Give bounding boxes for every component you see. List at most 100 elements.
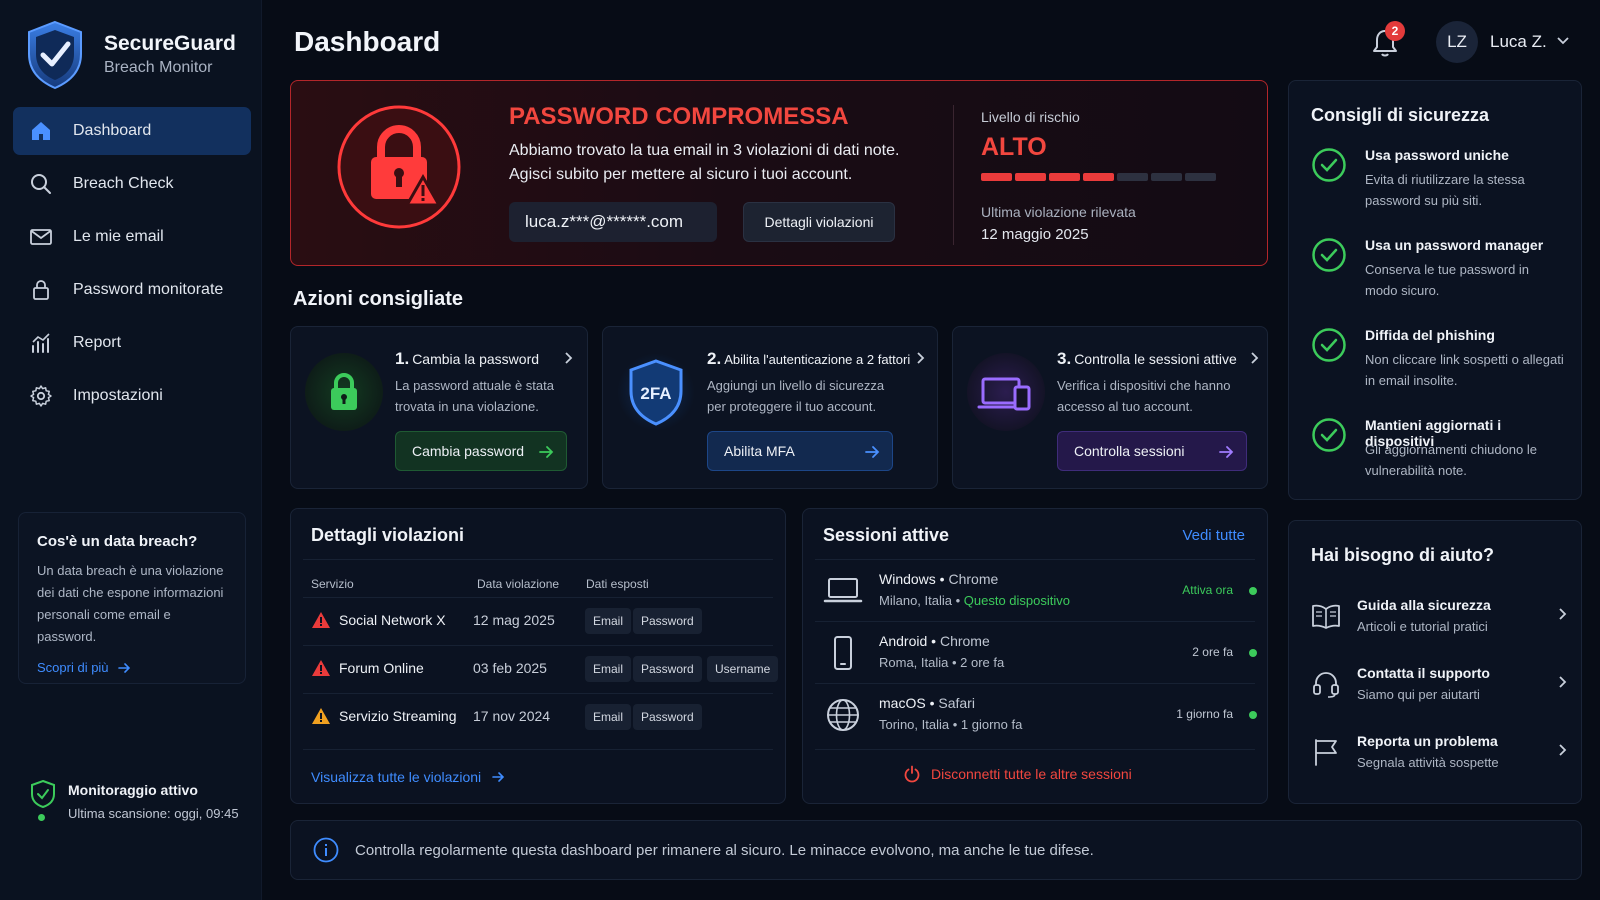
sidebar-item-report[interactable]: Report	[13, 319, 251, 367]
power-icon	[904, 765, 920, 783]
footer-text: Controlla regolarmente questa dashboard …	[355, 841, 1094, 859]
location-text: Roma, Italia	[879, 655, 949, 670]
chevron-right-icon	[1559, 608, 1567, 620]
sidebar-item-label: Password monitorate	[73, 281, 224, 298]
session-device: Windows • Chrome	[879, 571, 999, 587]
learn-more-link[interactable]: Scopri di più	[37, 660, 227, 675]
divider	[303, 749, 773, 750]
action-card-active-sessions[interactable]: 3. Controlla le sessioni attive Verifica …	[952, 326, 1268, 489]
session-device: Android • Chrome	[879, 633, 990, 649]
session-row[interactable]: macOS • Safari Torino, Italia • 1 giorno…	[823, 687, 1263, 741]
step-number: 1.	[395, 349, 410, 368]
browser-name: Chrome	[948, 571, 999, 587]
button-label: Controlla sessioni	[1074, 443, 1185, 459]
sidebar-item-dashboard[interactable]: Dashboard	[13, 107, 251, 155]
sidebar-item-label: Report	[73, 334, 122, 351]
risk-segment	[981, 173, 1012, 181]
globe-icon	[827, 699, 859, 731]
see-all-link[interactable]: Vedi tutte	[1182, 527, 1245, 544]
button-label: Abilita MFA	[724, 443, 795, 459]
check-circle-icon	[1312, 328, 1346, 362]
help-item-guide[interactable]: Guida alla sicurezza Articoli e tutorial…	[1311, 597, 1569, 647]
sidebar-item-label: Impostazioni	[73, 387, 163, 404]
active-sessions-panel: Sessioni attive Vedi tutte Windows • Chr…	[802, 508, 1268, 804]
laptop-icon	[823, 578, 863, 603]
disconnect-sessions-button[interactable]: Disconnetti tutte le altre sessioni	[903, 765, 1132, 783]
monitoring-status: Monitoraggio attivo Ultima scansione: og…	[30, 780, 239, 821]
headset-icon	[1313, 672, 1339, 698]
tip-description: Non cliccare link sospetti o allegati in…	[1365, 352, 1564, 388]
check-circle-icon	[1312, 418, 1346, 452]
sidebar-item-breach-check[interactable]: Breach Check	[13, 160, 251, 208]
view-all-breaches-link[interactable]: Visualizza tutte le violazioni	[311, 769, 505, 785]
arrow-right-icon	[865, 446, 880, 458]
help-item-title: Reporta un problema	[1357, 733, 1498, 749]
session-location: Milano, Italia • Questo dispositivo	[879, 593, 1070, 608]
action-card-change-password[interactable]: 1. Cambia la password La password attuale…	[290, 326, 588, 489]
panel-title: Sessioni attive	[823, 525, 950, 545]
os-name: Windows	[879, 571, 936, 587]
current-device-label: Questo dispositivo	[963, 593, 1070, 608]
table-row[interactable]: Forum Online 03 feb 2025 Email Password …	[311, 649, 779, 689]
session-location: Torino, Italia • 1 giorno fa	[879, 717, 1023, 732]
tip-description: Gli aggiornamenti chiudono le vulnerabil…	[1365, 442, 1537, 478]
action-description-line: per proteggere il tuo account.	[707, 399, 877, 414]
check-sessions-button[interactable]: Controlla sessioni	[1057, 431, 1247, 471]
os-name: macOS	[879, 695, 926, 711]
chevron-right-icon[interactable]	[913, 351, 927, 365]
help-item-subtitle: Segnala attività sospette	[1357, 755, 1499, 770]
brand-title: SecureGuard	[104, 32, 236, 55]
session-row[interactable]: Windows • Chrome Milano, Italia • Questo…	[823, 563, 1263, 617]
sidebar-nav: Dashboard Breach Check Le mie email Pass…	[13, 107, 251, 425]
help-item-support[interactable]: Contatta il supporto Siamo qui per aiuta…	[1311, 665, 1569, 715]
brand[interactable]: SecureGuard Breach Monitor	[26, 20, 236, 90]
session-row[interactable]: Android • Chrome Roma, Italia • 2 ore fa…	[823, 625, 1263, 679]
column-header: Data violazione	[477, 577, 560, 591]
chevron-right-icon[interactable]	[561, 351, 575, 365]
action-card-enable-2fa[interactable]: 2FA 2. Abilita l'autenticazione a 2 fatto…	[602, 326, 938, 489]
session-last-active: 1 giorno fa	[1176, 707, 1233, 721]
masked-email-field: luca.z***@******.com	[509, 202, 717, 242]
divider	[953, 105, 954, 245]
tip-item: Usa password uniche Evita di riutilizzar…	[1311, 147, 1571, 217]
session-last-active: 2 ore fa	[1192, 645, 1233, 659]
location-text: Milano, Italia	[879, 593, 952, 608]
chevron-right-icon	[1559, 744, 1567, 756]
page-title: Dashboard	[294, 26, 441, 57]
alert-title: PASSWORD COMPROMESSA	[509, 103, 849, 130]
help-item-report-problem[interactable]: Reporta un problema Segnala attività sos…	[1311, 733, 1569, 783]
change-password-button[interactable]: Cambia password	[395, 431, 567, 471]
sidebar-item-label: Breach Check	[73, 175, 174, 192]
alert-message-line: Agisci subito per mettere al sicuro i tu…	[509, 166, 853, 183]
exposed-data-tag: Email	[585, 656, 632, 682]
avatar[interactable]: LZ	[1436, 21, 1478, 63]
sidebar-item-emails[interactable]: Le mie email	[13, 213, 251, 261]
risk-segment	[1151, 173, 1182, 181]
table-row[interactable]: Servizio Streaming 17 nov 2024 Email Pas…	[311, 697, 771, 737]
help-item-subtitle: Siamo qui per aiutarti	[1357, 687, 1480, 702]
status-dot	[1249, 587, 1257, 595]
service-name: Forum Online	[339, 660, 424, 676]
chevron-down-icon[interactable]	[1556, 34, 1570, 48]
learn-more-label: Scopri di più	[37, 660, 109, 675]
action-description: Aggiungi un livello di sicurezza per prot…	[707, 375, 884, 417]
action-title-text: Abilita l'autenticazione a 2 fattori	[724, 352, 911, 367]
enable-mfa-button[interactable]: Abilita MFA	[707, 431, 893, 471]
divider	[303, 597, 773, 598]
action-description-line: accesso al tuo account.	[1057, 399, 1193, 414]
table-row[interactable]: Social Network X 12 mag 2025 Email Passw…	[311, 601, 771, 641]
breach-date: 12 mag 2025	[473, 612, 555, 628]
brand-subtitle: Breach Monitor	[104, 59, 213, 76]
column-header: Dati esposti	[586, 577, 649, 591]
chevron-right-icon[interactable]	[1247, 351, 1261, 365]
breach-details-panel: Dettagli violazioni Servizio Data violaz…	[290, 508, 786, 804]
link-label: Visualizza tutte le violazioni	[311, 769, 482, 785]
mail-icon	[30, 229, 52, 245]
action-description-line: La password attuale è stata	[395, 378, 554, 393]
sidebar-item-passwords[interactable]: Password monitorate	[13, 266, 251, 314]
user-name[interactable]: Luca Z.	[1490, 32, 1547, 52]
breach-details-button[interactable]: Dettagli violazioni	[743, 202, 895, 242]
security-tips-panel: Consigli di sicurezza Usa password unich…	[1288, 80, 1582, 500]
sidebar-item-settings[interactable]: Impostazioni	[13, 372, 251, 420]
shield-check-icon	[31, 780, 55, 808]
